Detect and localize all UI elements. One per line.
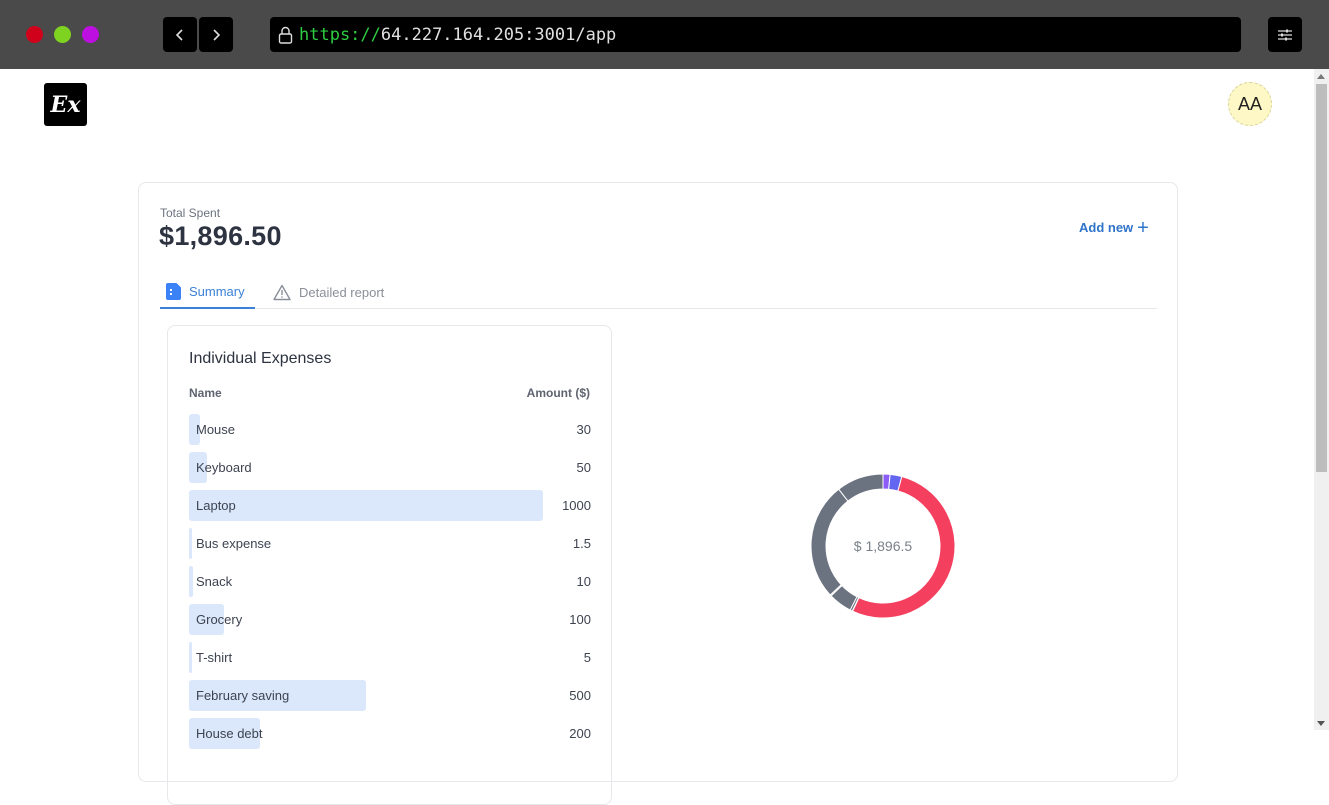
expense-row[interactable]: Mouse 30 [189, 414, 591, 445]
expense-amount: 100 [569, 612, 591, 627]
expense-amount: 5 [583, 650, 591, 665]
expense-bar [189, 528, 192, 559]
browser-toolbar: https://64.227.164.205:3001/app [0, 0, 1329, 69]
window-close-dot[interactable] [26, 26, 43, 43]
app-logo[interactable]: Ex [44, 83, 87, 126]
total-spent-value: $1,896.50 [159, 221, 282, 251]
expense-bar [189, 566, 193, 597]
tab-summary[interactable]: Summary [160, 275, 255, 309]
expense-name: Keyboard [196, 460, 252, 475]
address-bar[interactable]: https://64.227.164.205:3001/app [270, 17, 1241, 52]
expense-amount: 50 [576, 460, 591, 475]
expense-name: House debt [196, 726, 263, 741]
expense-name: Grocery [196, 612, 243, 627]
expense-row[interactable]: February saving 500 [189, 680, 591, 711]
expense-name: Snack [196, 574, 233, 589]
scroll-up-arrow[interactable] [1317, 74, 1325, 79]
expense-amount: 500 [569, 688, 591, 703]
expense-bar [189, 490, 543, 521]
expense-name: T-shirt [196, 650, 233, 665]
expense-amount: 30 [576, 422, 591, 437]
expense-name: Mouse [196, 422, 236, 437]
window-maximize-dot[interactable] [54, 26, 71, 43]
individual-expenses-panel: Individual Expenses Name Amount ($) Mous… [167, 325, 612, 805]
user-avatar[interactable]: AA [1228, 82, 1272, 126]
expenses-donut-chart: $ 1,896.5 [810, 473, 956, 619]
expense-amount: 1.5 [572, 536, 591, 551]
browser-menu-button[interactable] [1268, 17, 1302, 52]
expense-row[interactable]: Grocery 100 [189, 604, 591, 635]
expense-name: February saving [196, 688, 290, 703]
window-minimize-dot[interactable] [82, 26, 99, 43]
report-tabs: Summary Detailed report [160, 275, 1157, 309]
expenses-summary-card: Total Spent $1,896.50 Add new + Summary … [138, 182, 1178, 805]
chevron-right-icon [213, 28, 221, 41]
add-new-button[interactable]: Add new + [1079, 216, 1149, 239]
column-header-amount: Amount ($) [526, 386, 590, 400]
plus-icon: + [1137, 216, 1149, 239]
tab-detailed-report-label: Detailed report [299, 284, 385, 300]
url-protocol: https:// [299, 24, 381, 45]
expense-name: Laptop [196, 498, 236, 513]
individual-expenses-title: Individual Expenses [189, 350, 332, 367]
forward-button[interactable] [199, 17, 233, 52]
expense-amount: 10 [576, 574, 591, 589]
total-spent-label: Total Spent [160, 206, 221, 220]
expense-row[interactable]: Laptop 1000 [189, 490, 591, 521]
expense-bar [189, 642, 192, 673]
lock-icon [278, 26, 293, 44]
scroll-thumb[interactable] [1316, 84, 1327, 472]
warning-icon [273, 284, 291, 300]
back-button[interactable] [163, 17, 197, 52]
document-icon [166, 282, 181, 300]
sliders-icon [1278, 29, 1292, 40]
expense-row[interactable]: Keyboard 50 [189, 452, 591, 483]
tab-detailed-report[interactable]: Detailed report [273, 275, 384, 309]
scroll-down-arrow[interactable] [1317, 721, 1325, 726]
avatar-initials: AA [1237, 93, 1262, 114]
url-host-path: 64.227.164.205:3001/app [380, 24, 617, 45]
expense-amount: 1000 [562, 498, 591, 513]
expense-row[interactable]: House debt 200 [189, 718, 591, 749]
expense-row[interactable]: Bus expense 1.5 [189, 528, 591, 559]
column-header-name: Name [189, 386, 222, 400]
expense-name: Bus expense [196, 536, 272, 551]
donut-center-total: $ 1,896.5 [853, 538, 913, 554]
expense-row[interactable]: Snack 10 [189, 566, 591, 597]
add-new-label: Add new [1079, 220, 1134, 235]
page-scrollbar[interactable] [1314, 69, 1329, 730]
tab-summary-label: Summary [189, 283, 245, 299]
chevron-left-icon [175, 28, 183, 41]
expense-amount: 200 [569, 726, 591, 741]
expense-row[interactable]: T-shirt 5 [189, 642, 591, 673]
url-text: https://64.227.164.205:3001/app [299, 25, 616, 45]
logo-text: Ex [50, 91, 81, 118]
